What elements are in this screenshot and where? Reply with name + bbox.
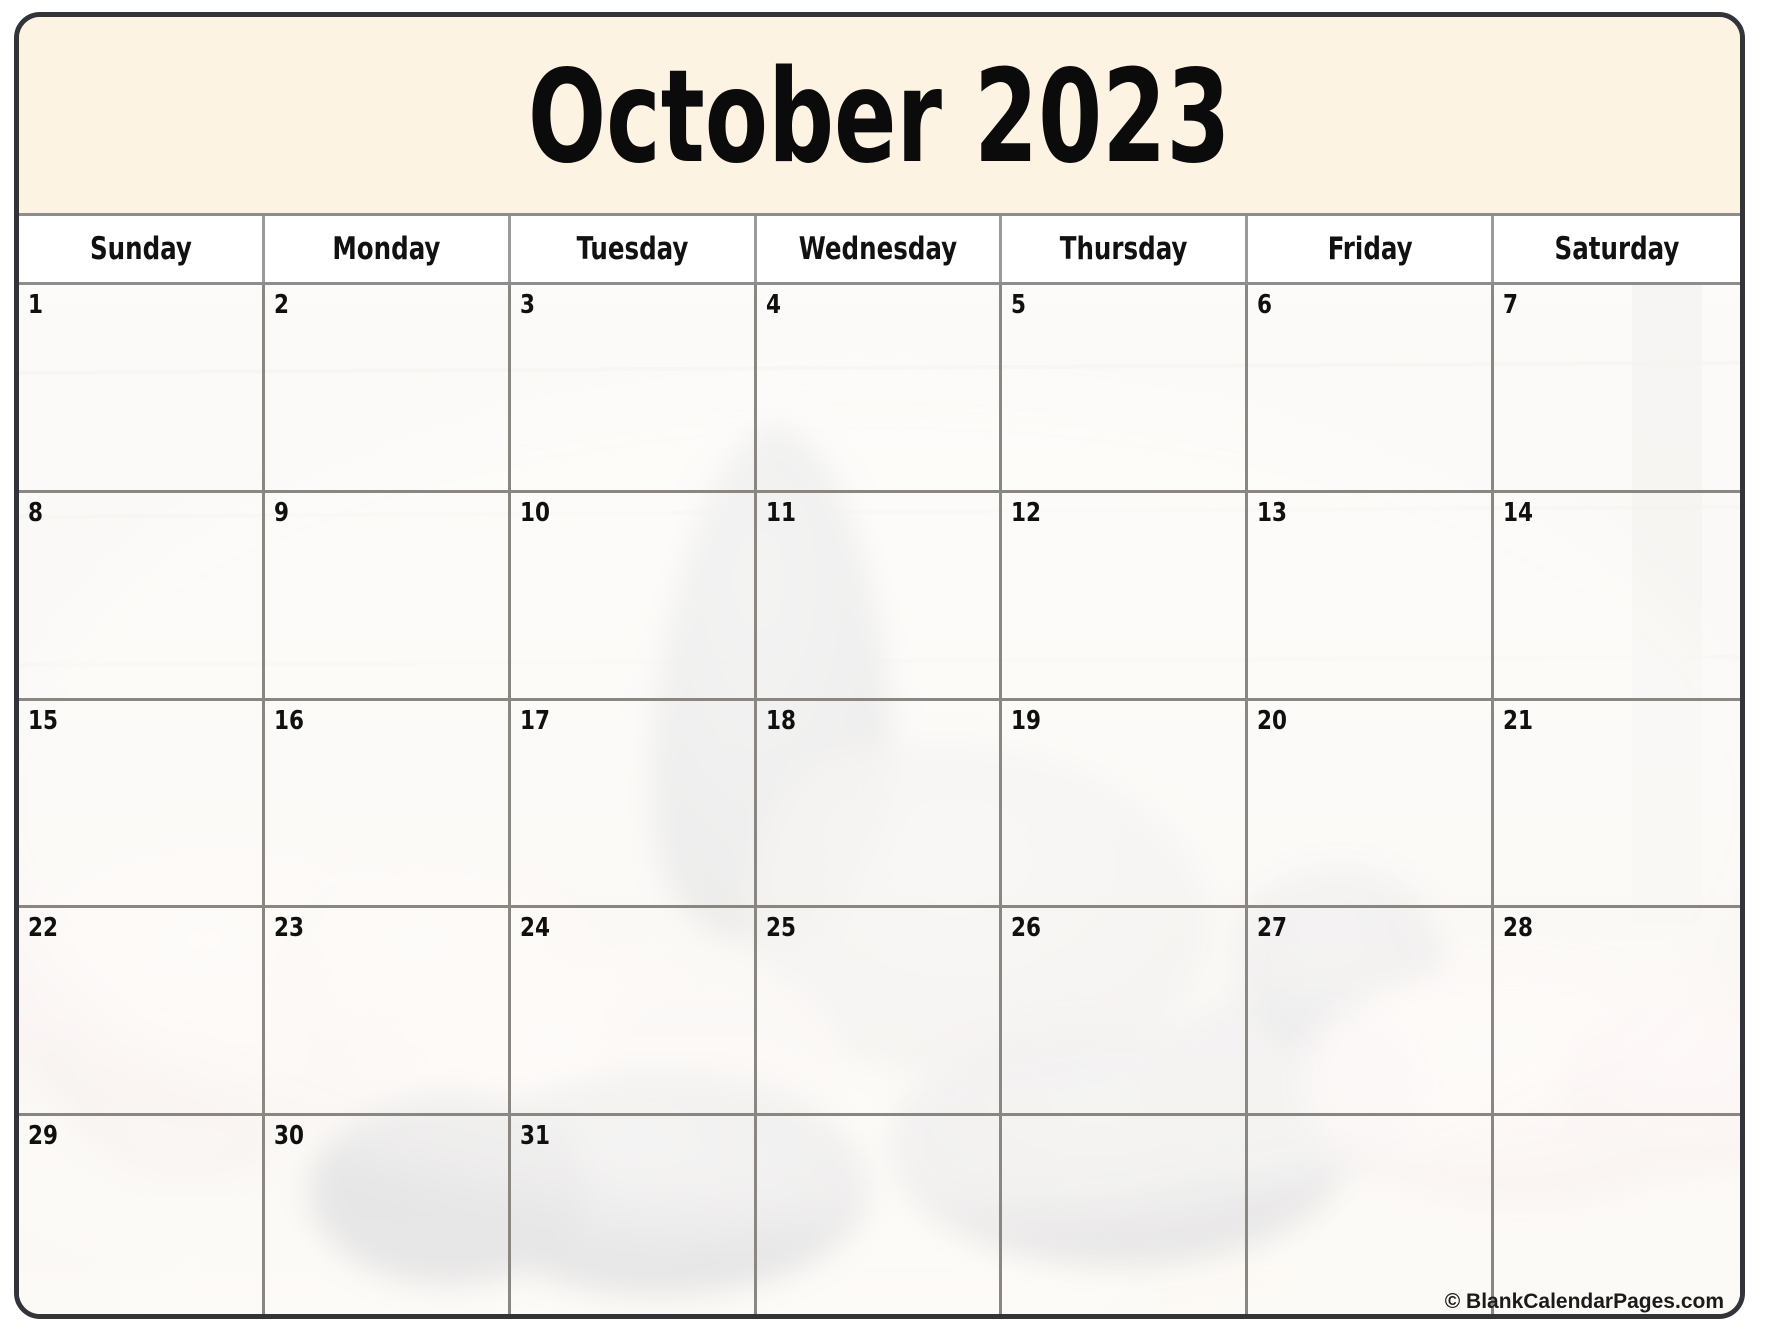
- day-number: 8: [28, 497, 43, 528]
- day-number: 10: [519, 497, 550, 528]
- day-number: 12: [1011, 497, 1042, 528]
- day-number: 6: [1257, 290, 1273, 320]
- weekday-header-saturday: Saturday: [1494, 216, 1740, 282]
- day-number: 16: [273, 705, 304, 736]
- day-cell[interactable]: 21: [1494, 701, 1740, 906]
- day-cell[interactable]: 20: [1248, 700, 1495, 906]
- day-number: 9: [273, 497, 289, 528]
- day-number: 24: [519, 913, 550, 944]
- day-cell[interactable]: 9: [265, 492, 511, 698]
- day-number: 3: [519, 290, 535, 320]
- day-cell[interactable]: 18: [757, 700, 1003, 906]
- day-cell[interactable]: 15: [19, 700, 265, 906]
- day-cell[interactable]: 26: [1002, 908, 1249, 1114]
- day-cell[interactable]: 1: [19, 285, 265, 490]
- day-number: 11: [765, 497, 796, 528]
- day-cell[interactable]: 30: [265, 1116, 511, 1314]
- weekday-header-row: Sunday Monday Tuesday Wednesday Thursday…: [19, 216, 1740, 285]
- day-cell[interactable]: 19: [1002, 700, 1249, 906]
- day-number: 30: [273, 1121, 304, 1152]
- week-row: 1 2 3 4 5 6 7: [19, 285, 1740, 493]
- day-cell[interactable]: 3: [511, 285, 757, 490]
- day-cell[interactable]: 6: [1248, 285, 1495, 490]
- weekday-header-thursday: Thursday: [1002, 216, 1249, 282]
- weekday-label: Friday: [1327, 231, 1413, 267]
- day-number: 17: [519, 705, 550, 736]
- day-cell[interactable]: 13: [1248, 492, 1495, 698]
- day-number: 20: [1257, 705, 1288, 736]
- day-cell[interactable]: 10: [511, 492, 757, 698]
- day-cell[interactable]: 27: [1248, 908, 1495, 1114]
- day-cell[interactable]: 17: [511, 700, 757, 906]
- day-number: 25: [765, 913, 796, 944]
- weekday-label: Sunday: [89, 231, 192, 267]
- day-cell[interactable]: 31: [511, 1116, 757, 1314]
- day-cell[interactable]: 23: [265, 908, 511, 1114]
- day-number: 26: [1011, 913, 1042, 944]
- footer-credit[interactable]: © BlankCalendarPages.com: [1445, 1290, 1724, 1314]
- calendar-frame: October 2023 Sunday Monday Tuesday Wedne…: [14, 12, 1745, 1319]
- day-number: 7: [1503, 290, 1519, 320]
- day-number: 4: [765, 290, 781, 320]
- week-row: 22 23 24 25 26 27 28: [19, 908, 1740, 1117]
- day-number: 15: [28, 705, 58, 736]
- day-number: 22: [28, 913, 58, 944]
- day-number: 18: [765, 705, 796, 736]
- day-cell[interactable]: 5: [1002, 285, 1249, 490]
- day-cell-empty: [1002, 1116, 1249, 1314]
- day-number: 31: [519, 1121, 550, 1152]
- day-number: 2: [273, 290, 289, 320]
- week-row: 8 9 10 11 12 13 14: [19, 492, 1740, 701]
- week-row: 15 16 17 18 19 20 21: [19, 700, 1740, 909]
- day-cell-empty: [1248, 1116, 1495, 1314]
- day-cell[interactable]: 16: [265, 700, 511, 906]
- calendar-grid-body: 1 2 3 4 5 6 7 8 9 10 11 12 13 14 15 16 1…: [19, 285, 1740, 1314]
- weekday-header-tuesday: Tuesday: [510, 216, 757, 282]
- day-number: 1: [28, 290, 43, 320]
- day-cell[interactable]: 7: [1494, 285, 1740, 490]
- day-cell-empty: [1494, 1116, 1740, 1314]
- day-cell[interactable]: 14: [1494, 493, 1740, 698]
- day-cell[interactable]: 25: [757, 908, 1003, 1114]
- weekday-label: Tuesday: [576, 231, 689, 267]
- calendar-weeks: 1 2 3 4 5 6 7 8 9 10 11 12 13 14 15 16 1…: [19, 285, 1740, 1314]
- weekday-header-sunday: Sunday: [19, 216, 265, 282]
- day-number: 21: [1503, 705, 1534, 736]
- day-number: 13: [1257, 497, 1288, 528]
- weekday-label: Wednesday: [798, 231, 958, 267]
- page-title: October 2023: [528, 43, 1231, 192]
- day-cell-empty: [757, 1116, 1003, 1314]
- weekday-header-monday: Monday: [264, 216, 511, 282]
- weekday-label: Thursday: [1059, 231, 1188, 267]
- weekday-header-friday: Friday: [1248, 216, 1495, 282]
- day-number: 28: [1503, 913, 1534, 944]
- weekday-label: Saturday: [1554, 231, 1680, 267]
- day-number: 5: [1011, 290, 1027, 320]
- calendar-title-band: October 2023: [19, 17, 1740, 216]
- week-row: 29 30 31: [19, 1116, 1740, 1314]
- day-cell[interactable]: 4: [757, 285, 1003, 490]
- day-number: 27: [1257, 913, 1288, 944]
- day-cell[interactable]: 24: [511, 908, 757, 1114]
- weekday-label: Monday: [332, 231, 441, 267]
- day-number: 14: [1503, 497, 1534, 528]
- day-cell[interactable]: 8: [19, 492, 265, 698]
- day-cell[interactable]: 22: [19, 908, 265, 1114]
- weekday-header-wednesday: Wednesday: [756, 216, 1003, 282]
- day-number: 19: [1011, 705, 1042, 736]
- day-cell[interactable]: 11: [757, 492, 1003, 698]
- day-number: 29: [28, 1121, 58, 1152]
- day-cell[interactable]: 12: [1002, 492, 1249, 698]
- day-number: 23: [273, 913, 304, 944]
- day-cell[interactable]: 28: [1494, 908, 1740, 1113]
- day-cell[interactable]: 2: [265, 285, 511, 490]
- day-cell[interactable]: 29: [19, 1116, 265, 1314]
